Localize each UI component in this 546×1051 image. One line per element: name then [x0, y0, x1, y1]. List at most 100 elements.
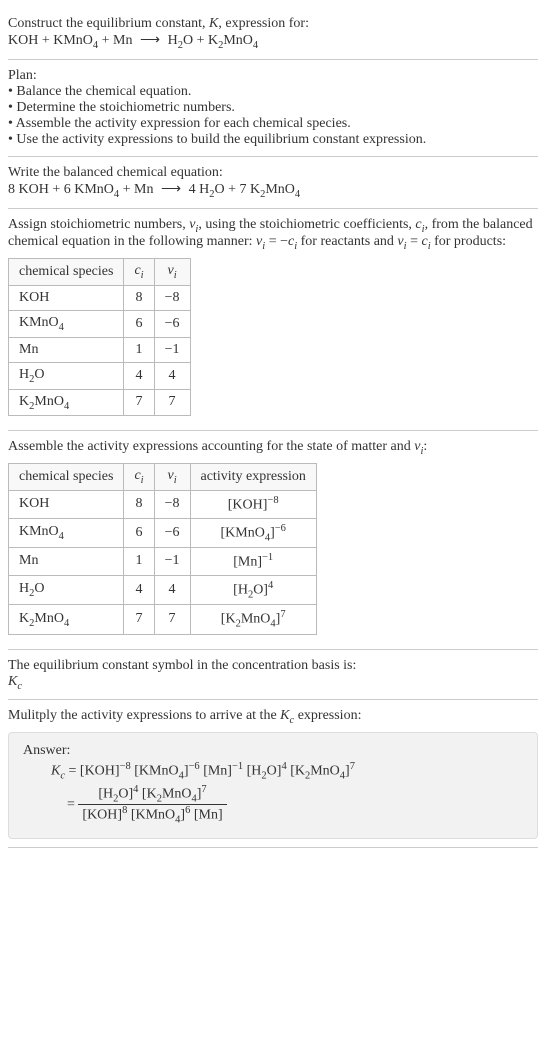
cell-v: −1 [154, 337, 190, 362]
kc: K [8, 674, 17, 689]
table-header-row: chemical species ci νi [9, 259, 191, 286]
table-row: KOH8−8 [9, 285, 191, 310]
exp: −6 [189, 761, 200, 772]
cell-species: KOH [9, 285, 124, 310]
ae-exp: −1 [262, 552, 273, 563]
multiply-text: Mulitply the activity expressions to arr… [8, 708, 538, 726]
table-row: KMnO46−6[KMnO4]−6 [9, 518, 317, 547]
exp: 7 [201, 784, 206, 795]
term: [Mn] [200, 764, 232, 779]
cell-c: 1 [124, 548, 154, 576]
plan-bullet-2: • Determine the stoichiometric numbers. [8, 100, 538, 116]
col-nu: νi [154, 259, 190, 286]
assemble-p2: : [423, 439, 427, 454]
cell-c: 7 [124, 605, 154, 634]
arrow-icon: ⟶ [136, 33, 164, 48]
cell-v: −1 [154, 548, 190, 576]
plan-bullet-4: • Use the activity expressions to build … [8, 132, 538, 148]
sub: 4 [179, 771, 184, 782]
denominator: [KOH]8 [KMnO4]6 [Mn] [78, 805, 226, 825]
cell-species: K2MnO4 [9, 605, 124, 634]
den-term: [KOH] [82, 808, 122, 823]
cell-species: Mn [9, 337, 124, 362]
symbol-section: The equilibrium constant symbol in the c… [8, 650, 538, 701]
kc-symbol: Kc [8, 674, 538, 692]
eq2b: = [407, 234, 422, 249]
term: [K [287, 764, 305, 779]
intro-section: Construct the equilibrium constant, K, e… [8, 8, 538, 60]
cell-c: 6 [124, 310, 154, 337]
sub-i: i [174, 270, 177, 281]
bal-rhs3: MnO [265, 182, 295, 197]
cell-c: 8 [124, 490, 154, 518]
eq-rhs2: O + K [183, 33, 218, 48]
assemble-section: Assemble the activity expressions accoun… [8, 431, 538, 649]
assign-p5: for products: [431, 234, 506, 249]
ae-base: [Mn] [233, 555, 262, 570]
intro-text: Construct the equilibrium constant, [8, 16, 209, 31]
fraction: [H2O]4 [K2MnO4]7 [KOH]8 [KMnO4]6 [Mn] [78, 784, 226, 826]
sub: 4 [175, 815, 180, 826]
sub: 2 [305, 771, 310, 782]
cell-c: 4 [124, 362, 154, 389]
bal-rhs1: 4 H [189, 182, 210, 197]
cell-ae: [KMnO4]−6 [190, 518, 316, 547]
answer-eq-line2: = [H2O]4 [K2MnO4]7 [KOH]8 [KMnO4]6 [Mn] [23, 784, 523, 826]
eq: = [KOH] [65, 764, 120, 779]
sub-i: i [174, 475, 177, 486]
intro-equation: KOH + KMnO4 + Mn ⟶ H2O + K2MnO4 [8, 32, 538, 51]
cell-ae: [K2MnO4]7 [190, 605, 316, 634]
col-c: ci [124, 464, 154, 491]
eq1b: = − [265, 234, 288, 249]
cell-c: 1 [124, 337, 154, 362]
cell-c: 7 [124, 389, 154, 416]
cell-species: KOH [9, 490, 124, 518]
cell-species: KMnO4 [9, 310, 124, 337]
sub: 2 [261, 771, 266, 782]
multiply-section: Mulitply the activity expressions to arr… [8, 700, 538, 847]
sub: 2 [236, 619, 241, 630]
cell-v: 7 [154, 605, 190, 634]
eq-lhs: KOH + KMnO [8, 33, 93, 48]
activity-table: chemical species ci νi activity expressi… [8, 463, 317, 634]
sub: 2 [157, 793, 162, 804]
cell-species: H2O [9, 575, 124, 604]
sub: 4 [270, 619, 275, 630]
assemble-p1: Assemble the activity expressions accoun… [8, 439, 414, 454]
answer-label: Answer: [23, 743, 523, 759]
cell-ae: [Mn]−1 [190, 548, 316, 576]
exp: −8 [120, 761, 131, 772]
cell-v: 7 [154, 389, 190, 416]
cell-v: −8 [154, 285, 190, 310]
cell-ae: [H2O]4 [190, 575, 316, 604]
ae-base: [KMnO [220, 525, 264, 540]
table-row: H2O44 [9, 362, 191, 389]
balanced-header: Write the balanced chemical equation: [8, 165, 538, 181]
den-term: [KMnO [127, 808, 175, 823]
sub-i: i [141, 475, 144, 486]
ae-exp: 4 [268, 580, 273, 591]
term: [H [243, 764, 261, 779]
cell-species: K2MnO4 [9, 389, 124, 416]
table-row: K2MnO477 [9, 389, 191, 416]
sub: 4 [340, 771, 345, 782]
ae-exp: 7 [280, 609, 285, 620]
table-header-row: chemical species ci νi activity expressi… [9, 464, 317, 491]
mult-p1: Mulitply the activity expressions to arr… [8, 708, 280, 723]
table-row: H2O44[H2O]4 [9, 575, 317, 604]
sub: 2 [113, 793, 118, 804]
plan-bullet-1: • Balance the chemical equation. [8, 84, 538, 100]
mult-p2: expression: [294, 708, 361, 723]
ae-base: [H [233, 582, 248, 597]
cell-c: 8 [124, 285, 154, 310]
plan-header: Plan: [8, 68, 538, 84]
col-c: ci [124, 259, 154, 286]
cell-v: 4 [154, 575, 190, 604]
stoich-table: chemical species ci νi KOH8−8 KMnO46−6 M… [8, 258, 191, 416]
num-term: [K [138, 786, 156, 801]
table-row: K2MnO477[K2MnO4]7 [9, 605, 317, 634]
numerator: [H2O]4 [K2MnO4]7 [78, 784, 226, 805]
symbol-text: The equilibrium constant symbol in the c… [8, 658, 538, 674]
ae-base: [KOH] [228, 498, 268, 513]
cell-c: 4 [124, 575, 154, 604]
